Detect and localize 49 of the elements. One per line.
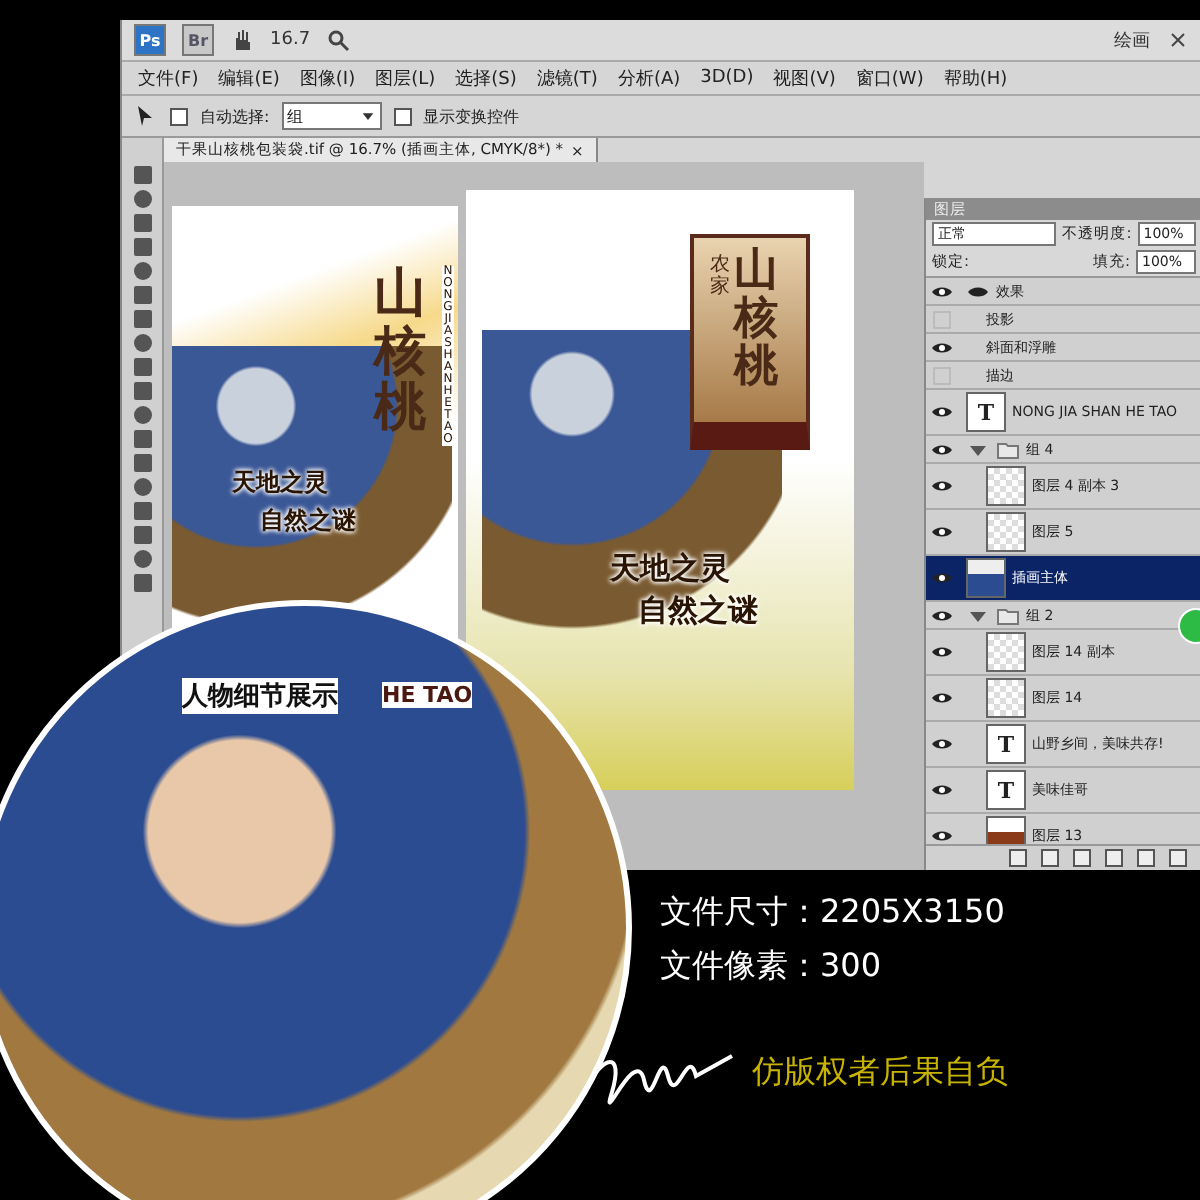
app-logo: Ps — [134, 24, 166, 56]
slogan-text: 自然之谜 — [260, 504, 356, 538]
layer-thumbnail — [986, 816, 1026, 844]
transparent-layer-thumbnail — [986, 466, 1026, 506]
menu-item[interactable]: 滤镜(T) — [536, 65, 598, 91]
caret-icon[interactable] — [359, 108, 376, 124]
menu-item[interactable]: 3D(D) — [700, 68, 754, 88]
file-info-text: 文件像素：300 — [660, 946, 884, 988]
panel-action-icon[interactable] — [1102, 846, 1126, 870]
checkbox[interactable] — [393, 107, 412, 125]
hand-icon[interactable] — [230, 28, 254, 52]
menu-item[interactable]: 选择(S) — [455, 65, 517, 91]
checkbox-label: 显示变换控件 — [423, 105, 520, 127]
detail-caption: 人物细节展示 — [182, 678, 338, 714]
menu-item[interactable]: 视图(V) — [773, 65, 836, 91]
transparent-layer-thumbnail — [986, 632, 1026, 672]
checkbox-label: 自动选择: — [200, 105, 270, 127]
panel-action-icon[interactable] — [1006, 846, 1030, 870]
panel-action-icon[interactable] — [1166, 846, 1190, 870]
brand-text: 农家 — [710, 254, 730, 298]
product-title: 山核桃 — [734, 246, 778, 392]
menu-item[interactable]: 文件(F) — [138, 65, 199, 91]
transparent-layer-thumbnail — [986, 678, 1026, 718]
panel-action-icon[interactable] — [1070, 846, 1094, 870]
zoom-level[interactable]: 16.7 — [270, 30, 311, 50]
menu-item[interactable]: 编辑(E) — [218, 65, 280, 91]
panel-action-icon[interactable] — [1038, 846, 1062, 870]
menu-item[interactable]: 图像(I) — [299, 65, 356, 91]
text-layer-thumbnail: T — [966, 392, 1006, 432]
illustration-thumbnail — [966, 558, 1006, 598]
select-field[interactable]: 组 — [281, 102, 382, 130]
transparent-layer-thumbnail — [986, 512, 1026, 552]
copyright-notice: 仿版权者后果自负 — [752, 1051, 1008, 1093]
text-layer-thumbnail: T — [986, 724, 1026, 764]
menu-item[interactable]: 图层(L) — [375, 65, 436, 91]
bridge-button[interactable]: Br — [182, 24, 214, 56]
menu-item[interactable]: 帮助(H) — [943, 65, 1008, 91]
text-layer-thumbnail: T — [986, 770, 1026, 810]
menu-item[interactable]: 窗口(W) — [855, 65, 924, 91]
slogan-text: 天地之灵 — [232, 466, 330, 500]
side-text: HE TAO — [382, 682, 473, 708]
menu-item[interactable]: 分析(A) — [617, 65, 681, 91]
search-icon[interactable] — [326, 28, 351, 52]
file-info-text: 文件尺寸：2205X3150 — [660, 892, 1005, 934]
slogan-text: 天地之灵 — [610, 550, 732, 588]
checkbox[interactable] — [170, 107, 188, 125]
panel-action-icon[interactable] — [1134, 846, 1158, 870]
workspace-switcher[interactable]: 绘画 — [1114, 27, 1150, 53]
close-icon[interactable] — [1166, 28, 1190, 52]
